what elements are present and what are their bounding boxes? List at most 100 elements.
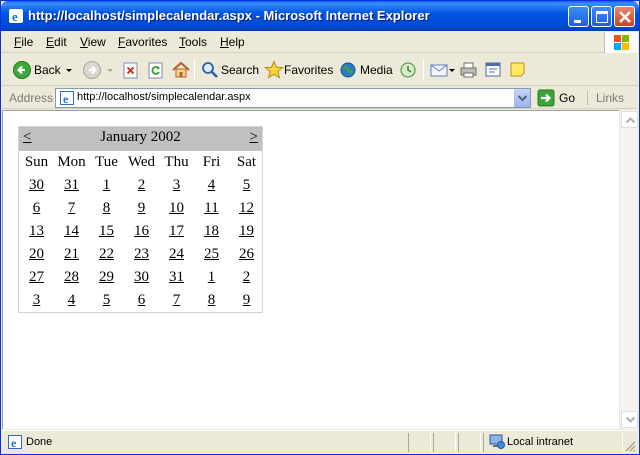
calendar-day-link[interactable]: 7	[54, 197, 89, 220]
calendar-day-link[interactable]: 15	[89, 220, 124, 243]
maximize-icon	[596, 11, 608, 23]
calendar-day-link[interactable]: 5	[229, 174, 264, 197]
calendar-day-link[interactable]: 27	[19, 266, 54, 289]
stop-button[interactable]	[122, 60, 140, 80]
calendar-day-link[interactable]: 29	[89, 266, 124, 289]
calendar-next-month-link[interactable]: >	[250, 129, 258, 146]
toolbar: Back Search Favorites Media	[2, 54, 638, 86]
calendar-day-link[interactable]: 8	[89, 197, 124, 220]
svg-text:e: e	[63, 92, 69, 106]
menu-help[interactable]: Help	[220, 35, 245, 49]
calendar-day-link[interactable]: 2	[229, 266, 264, 289]
calendar-day-link[interactable]: 13	[19, 220, 54, 243]
page-done-icon: e	[8, 435, 22, 450]
toolbar-separator	[423, 59, 424, 81]
calendar-day-link[interactable]: 24	[159, 243, 194, 266]
calendar-day-link[interactable]: 5	[89, 289, 124, 312]
calendar-day-link[interactable]: 23	[124, 243, 159, 266]
menu-file[interactable]: File	[14, 35, 33, 49]
status-pane	[408, 433, 431, 452]
calendar-day-link[interactable]: 11	[194, 197, 229, 220]
menu-edit[interactable]: Edit	[46, 35, 67, 49]
address-input[interactable]: e http://localhost/simplecalendar.aspx	[55, 88, 531, 108]
calendar-day-link[interactable]: 26	[229, 243, 264, 266]
address-dropdown-button[interactable]	[513, 89, 530, 107]
scroll-up-button[interactable]	[621, 111, 638, 128]
forward-button[interactable]	[82, 60, 118, 80]
maximize-button[interactable]	[591, 6, 612, 27]
calendar-day-link[interactable]: 6	[124, 289, 159, 312]
status-pane	[458, 433, 481, 452]
history-button[interactable]	[399, 60, 417, 80]
menu-view[interactable]: View	[80, 35, 106, 49]
calendar-day-link[interactable]: 7	[159, 289, 194, 312]
calendar-day-link[interactable]: 9	[124, 197, 159, 220]
calendar-day-link[interactable]: 19	[229, 220, 264, 243]
chevron-down-icon	[107, 69, 113, 72]
status-bar: e Done Local intranet	[2, 430, 638, 454]
media-globe-icon	[340, 62, 356, 78]
weekday-header: Thu	[164, 154, 189, 170]
star-icon	[264, 60, 284, 79]
calendar-day-link[interactable]: 12	[229, 197, 264, 220]
calendar-day-link[interactable]: 21	[54, 243, 89, 266]
calendar-day-link[interactable]: 28	[54, 266, 89, 289]
refresh-button[interactable]	[147, 60, 165, 80]
close-button[interactable]	[614, 6, 635, 27]
calendar-day-link[interactable]: 18	[194, 220, 229, 243]
favorites-button[interactable]: Favorites	[264, 60, 333, 80]
go-button[interactable]: Go	[537, 89, 585, 107]
back-label: Back	[34, 63, 61, 77]
scroll-down-button[interactable]	[621, 411, 638, 428]
calendar-title-bar: < January 2002 >	[19, 127, 262, 151]
calendar-day-link[interactable]: 3	[19, 289, 54, 312]
mail-button[interactable]	[430, 60, 456, 80]
messenger-button[interactable]	[509, 60, 527, 80]
chevron-down-icon	[517, 95, 528, 102]
back-button[interactable]: Back	[12, 60, 74, 80]
calendar-day-link[interactable]: 31	[54, 174, 89, 197]
stop-icon	[123, 62, 138, 79]
vertical-scrollbar[interactable]	[619, 110, 638, 429]
calendar-day-link[interactable]: 8	[194, 289, 229, 312]
forward-arrow-icon	[83, 61, 101, 79]
chevron-up-icon	[625, 117, 636, 124]
calendar-day-link[interactable]: 31	[159, 266, 194, 289]
calendar-day-link[interactable]: 17	[159, 220, 194, 243]
calendar-day-link[interactable]: 4	[194, 174, 229, 197]
menu-tools[interactable]: Tools	[179, 35, 207, 49]
media-button[interactable]: Media	[339, 60, 393, 80]
calendar-day-link[interactable]: 25	[194, 243, 229, 266]
links-toolbar[interactable]: Links	[587, 91, 624, 105]
browser-window: e http://localhost/simplecalendar.aspx -…	[0, 0, 640, 455]
toolbar-separator	[194, 59, 195, 81]
calendar-day-link[interactable]: 1	[89, 174, 124, 197]
calendar-day-link[interactable]: 6	[19, 197, 54, 220]
calendar-day-link[interactable]: 30	[124, 266, 159, 289]
calendar-day-link[interactable]: 3	[159, 174, 194, 197]
resize-grip-icon[interactable]	[624, 440, 636, 452]
chevron-down-icon	[66, 69, 72, 72]
calendar-day-link[interactable]: 22	[89, 243, 124, 266]
calendar-day-link[interactable]: 10	[159, 197, 194, 220]
home-button[interactable]	[171, 60, 191, 80]
print-button[interactable]	[460, 60, 478, 80]
search-button[interactable]: Search	[200, 60, 259, 80]
title-bar[interactable]: e http://localhost/simplecalendar.aspx -…	[1, 1, 639, 31]
minimize-icon	[574, 20, 581, 23]
edit-button[interactable]	[484, 60, 502, 80]
menu-favorites[interactable]: Favorites	[118, 35, 167, 49]
calendar-day-link[interactable]: 1	[194, 266, 229, 289]
calendar-day-link[interactable]: 14	[54, 220, 89, 243]
calendar-day-link[interactable]: 2	[124, 174, 159, 197]
calendar-day-link[interactable]: 16	[124, 220, 159, 243]
note-icon	[510, 62, 525, 77]
calendar-day-link[interactable]: 30	[19, 174, 54, 197]
calendar-day-link[interactable]: 4	[54, 289, 89, 312]
calendar-day-link[interactable]: 20	[19, 243, 54, 266]
calendar: < January 2002 > Sun Mon Tue Wed Thu Fri…	[18, 126, 263, 313]
svg-text:e: e	[11, 436, 17, 450]
minimize-button[interactable]	[568, 6, 589, 27]
calendar-day-link[interactable]: 9	[229, 289, 264, 312]
back-arrow-icon	[13, 61, 31, 79]
